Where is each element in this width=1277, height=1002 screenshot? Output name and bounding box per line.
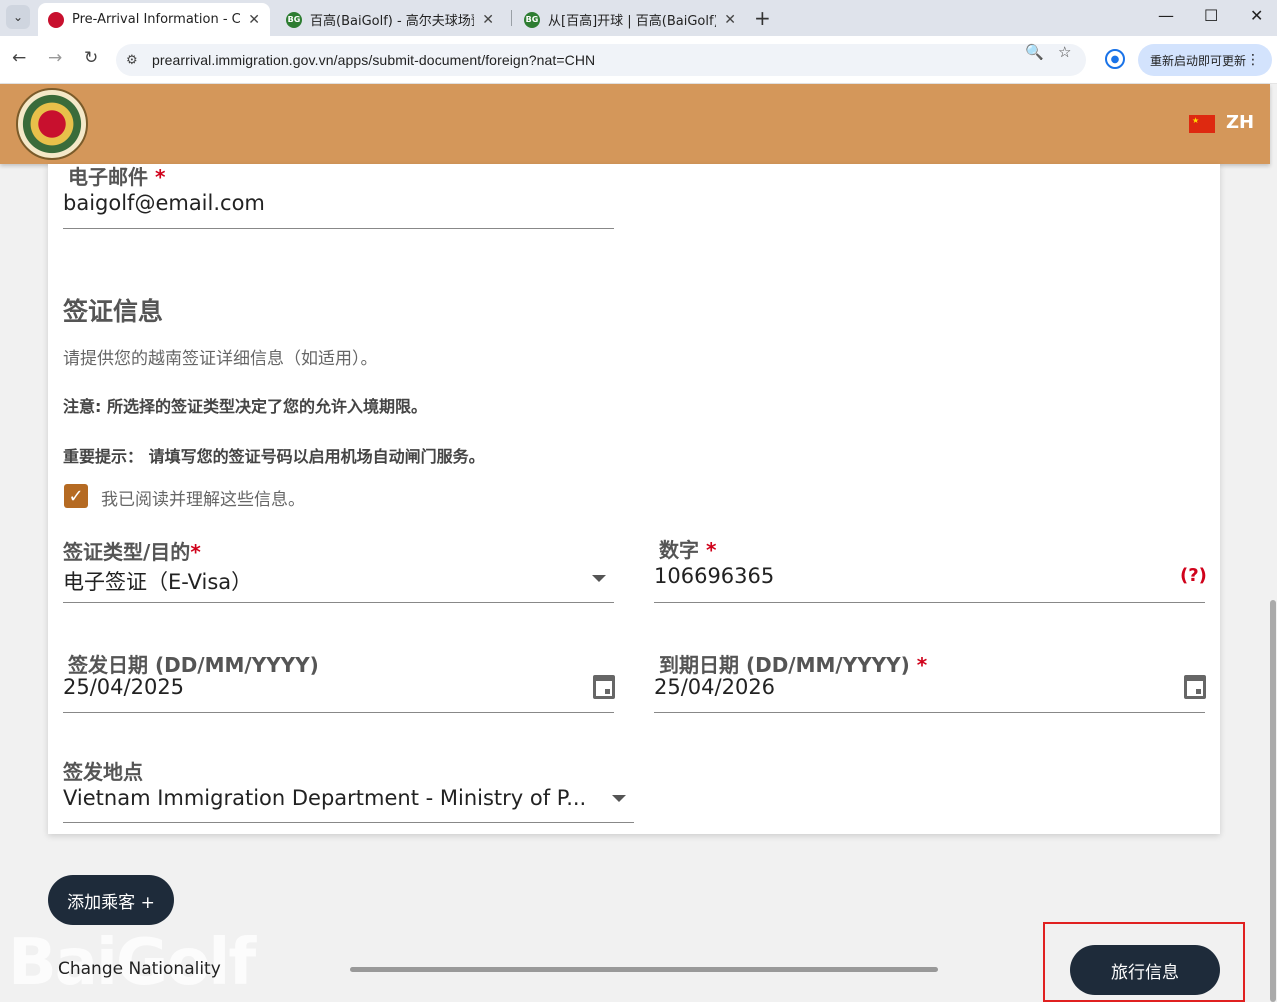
visa-type-label: 签证类型/目的* bbox=[63, 540, 201, 564]
email-field[interactable]: baigolf@email.com bbox=[63, 191, 265, 215]
back-icon[interactable]: ← bbox=[12, 48, 26, 68]
visa-number-underline bbox=[654, 602, 1205, 603]
add-passenger-button[interactable]: 添加乘客 + bbox=[48, 875, 174, 925]
site-header: ★ ZH bbox=[0, 84, 1270, 164]
visa-form-card: 电子邮件 * baigolf@email.com 签证信息 请提供您的越南签证详… bbox=[48, 164, 1220, 834]
issue-place-underline bbox=[63, 822, 634, 823]
progress-bar bbox=[350, 967, 938, 972]
close-window-icon[interactable]: ✕ bbox=[1250, 6, 1263, 25]
forward-icon[interactable]: → bbox=[48, 48, 62, 68]
section-title: 签证信息 bbox=[63, 297, 164, 326]
update-button[interactable]: 重新启动即可更新 ⋮ bbox=[1138, 44, 1272, 76]
immigration-logo bbox=[16, 88, 88, 160]
site-info-icon[interactable]: ⚙ bbox=[126, 53, 152, 68]
immigration-favicon-icon bbox=[48, 11, 64, 28]
issue-date-field[interactable]: 25/04/2025 bbox=[63, 675, 184, 699]
minimize-icon[interactable]: — bbox=[1158, 6, 1174, 25]
page-scrollbar[interactable] bbox=[1270, 600, 1276, 1002]
new-tab-icon[interactable]: + bbox=[754, 6, 771, 30]
close-tab-icon[interactable]: ✕ bbox=[724, 12, 736, 28]
reload-icon[interactable]: ↻ bbox=[84, 48, 98, 68]
address-bar[interactable]: ⚙ prearrival.immigration.gov.vn/apps/sub… bbox=[116, 44, 1086, 76]
expiry-date-field[interactable]: 25/04/2026 bbox=[654, 675, 775, 699]
change-nationality-link[interactable]: Change Nationality bbox=[58, 959, 221, 979]
visa-type-select[interactable]: 电子签证（E-Visa） bbox=[63, 566, 252, 596]
visa-number-label: 数字 * bbox=[659, 538, 717, 562]
section-description: 请提供您的越南签证详细信息（如适用）。 bbox=[63, 349, 378, 369]
email-underline bbox=[63, 228, 614, 229]
baigolf-favicon-icon: BG bbox=[524, 11, 540, 28]
menu-dots-icon[interactable]: ⋮ bbox=[1246, 52, 1260, 68]
chevron-down-icon[interactable] bbox=[592, 575, 606, 582]
close-tab-icon[interactable]: ✕ bbox=[248, 12, 260, 28]
acknowledge-checkbox[interactable]: ✓ bbox=[64, 484, 88, 508]
issue-date-calendar-icon[interactable] bbox=[593, 675, 615, 699]
visa-number-field[interactable]: 106696365 bbox=[654, 564, 774, 588]
bookmark-star-icon[interactable]: ☆ bbox=[1058, 43, 1071, 61]
tab-search-icon[interactable]: ⌄ bbox=[6, 5, 30, 29]
china-flag-icon[interactable]: ★ bbox=[1189, 115, 1215, 133]
visa-type-underline bbox=[63, 602, 614, 603]
chevron-down-icon[interactable] bbox=[612, 795, 626, 802]
tab-divider bbox=[511, 10, 512, 26]
language-selector[interactable]: ZH bbox=[1226, 112, 1254, 133]
issue-date-underline bbox=[63, 712, 614, 713]
visa-number-help-link[interactable]: (?) bbox=[1180, 565, 1207, 586]
issue-date-label: 签发日期 (DD/MM/YYYY) bbox=[68, 653, 319, 677]
tab-baigolf-teeoff[interactable]: BG 从[百高]开球 | 百高(BaiGolf) - 高 ✕ bbox=[514, 3, 746, 36]
highlight-box bbox=[1043, 922, 1245, 1002]
issue-place-label: 签发地点 bbox=[63, 760, 143, 784]
important-note: 重要提示： 请填写您的签证号码以启用机场自动闸门服务。 bbox=[63, 447, 485, 466]
zoom-icon[interactable]: 🔍 bbox=[1025, 43, 1044, 61]
acknowledge-label: 我已阅读并理解这些信息。 bbox=[101, 490, 305, 510]
email-label: 电子邮件 * bbox=[68, 165, 166, 189]
tab-pre-arrival[interactable]: Pre-Arrival Information - Cục ✕ bbox=[38, 3, 270, 36]
baigolf-favicon-icon: BG bbox=[286, 11, 302, 28]
browser-toolbar: ← → ↻ ⚙ prearrival.immigration.gov.vn/ap… bbox=[0, 36, 1277, 84]
expiry-date-underline bbox=[654, 712, 1205, 713]
tab-baigolf-booking[interactable]: BG 百高(BaiGolf) - 高尔夫球场预订 ✕ bbox=[276, 3, 504, 36]
expiry-date-label: 到期日期 (DD/MM/YYYY) * bbox=[659, 653, 928, 677]
issue-place-select[interactable]: Vietnam Immigration Department - Ministr… bbox=[63, 786, 586, 810]
expiry-date-calendar-icon[interactable] bbox=[1184, 675, 1206, 699]
visa-type-note: 注意: 所选择的签证类型决定了您的允许入境期限。 bbox=[63, 397, 427, 416]
close-tab-icon[interactable]: ✕ bbox=[482, 12, 494, 28]
maximize-icon[interactable]: ☐ bbox=[1204, 6, 1218, 25]
profile-icon[interactable]: ● bbox=[1105, 49, 1125, 69]
browser-tab-strip: ⌄ Pre-Arrival Information - Cục ✕ BG 百高(… bbox=[0, 0, 1277, 36]
